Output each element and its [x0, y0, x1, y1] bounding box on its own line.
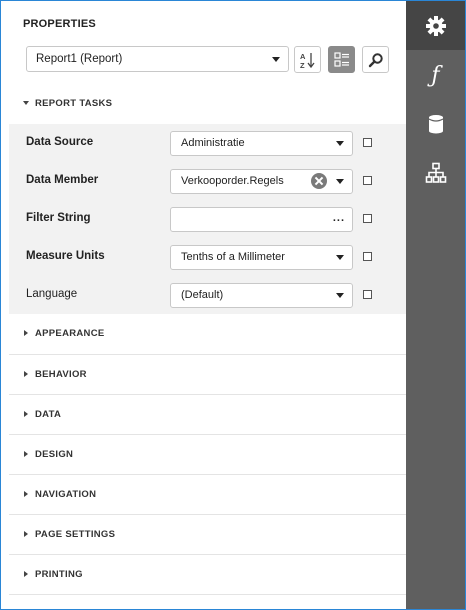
property-row-filter-string: Filter String ...	[9, 200, 406, 238]
right-sidebar: ƒ	[406, 1, 465, 609]
section-behavior[interactable]: BEHAVIOR	[9, 354, 406, 393]
checkbox[interactable]	[363, 252, 372, 261]
section-report-tasks[interactable]: REPORT TASKS	[9, 84, 406, 123]
sort-alphabetical-icon: A Z	[300, 52, 315, 69]
database-icon	[428, 114, 443, 133]
property-label: Data Source	[26, 136, 94, 148]
object-selector-value: Report1 (Report)	[36, 53, 123, 65]
property-label: Language	[26, 288, 78, 300]
measure-units-dropdown[interactable]: Tenths of a Millimeter	[170, 245, 353, 270]
section-label: PRINTING	[35, 569, 83, 580]
property-value: Verkooporder.Regels	[181, 175, 284, 187]
section-data[interactable]: DATA	[9, 394, 406, 433]
section-label: DATA	[35, 409, 62, 420]
checkbox[interactable]	[363, 290, 372, 299]
checkbox[interactable]	[363, 176, 372, 185]
properties-panel: PROPERTIES Report1 (Report) A Z REPORT T…	[9, 1, 406, 609]
sidebar-item-field-list[interactable]	[406, 99, 465, 148]
panel-title: PROPERTIES	[23, 18, 96, 30]
language-dropdown[interactable]: (Default)	[170, 283, 353, 308]
categories-icon	[333, 51, 349, 67]
svg-text:Z: Z	[300, 61, 305, 69]
clear-icon[interactable]	[311, 173, 327, 189]
svg-text:A: A	[300, 52, 306, 61]
triangle-right-icon	[24, 330, 28, 336]
chevron-down-icon	[272, 57, 280, 62]
section-next	[9, 594, 406, 609]
section-label: APPEARANCE	[35, 328, 105, 339]
section-label: REPORT TASKS	[35, 98, 113, 109]
hierarchy-icon	[425, 162, 446, 183]
checkbox[interactable]	[363, 214, 372, 223]
section-label: DESIGN	[35, 449, 74, 460]
property-value: Tenths of a Millimeter	[181, 251, 285, 263]
property-row-measure-units: Measure Units Tenths of a Millimeter	[9, 238, 406, 276]
filter-string-field[interactable]: ...	[170, 207, 353, 232]
sidebar-item-report-explorer[interactable]	[406, 148, 465, 197]
property-label: Data Member	[26, 174, 99, 186]
sidebar-item-expressions[interactable]: ƒ	[406, 51, 465, 100]
property-label: Filter String	[26, 212, 91, 224]
property-value: Administratie	[181, 137, 245, 149]
search-button[interactable]	[362, 46, 389, 73]
triangle-right-icon	[24, 411, 28, 417]
section-label: BEHAVIOR	[35, 369, 87, 380]
triangle-right-icon	[24, 451, 28, 457]
search-icon	[368, 52, 383, 67]
property-row-data-member: Data Member Verkooporder.Regels	[9, 162, 406, 200]
report-tasks-body: Data Source Administratie Data Member Ve…	[9, 124, 406, 314]
property-label: Measure Units	[26, 250, 105, 262]
section-design[interactable]: DESIGN	[9, 434, 406, 473]
chevron-down-icon	[336, 255, 344, 260]
function-icon: ƒ	[431, 62, 440, 88]
sidebar-item-properties[interactable]	[406, 1, 465, 50]
section-appearance[interactable]: APPEARANCE	[9, 314, 406, 353]
object-selector[interactable]: Report1 (Report)	[26, 46, 289, 72]
property-value: (Default)	[181, 289, 224, 301]
window-frame: PROPERTIES Report1 (Report) A Z REPORT T…	[0, 0, 466, 610]
section-label: PAGE SETTINGS	[35, 529, 116, 540]
section-navigation[interactable]: NAVIGATION	[9, 474, 406, 513]
section-label: NAVIGATION	[35, 489, 97, 500]
chevron-down-icon	[336, 293, 344, 298]
data-source-dropdown[interactable]: Administratie	[170, 131, 353, 156]
data-member-dropdown[interactable]: Verkooporder.Regels	[170, 169, 353, 194]
sort-alphabetical-button[interactable]: A Z	[294, 46, 321, 73]
gear-icon	[425, 15, 446, 36]
triangle-right-icon	[24, 371, 28, 377]
categorized-button[interactable]	[328, 46, 355, 73]
triangle-right-icon	[24, 571, 28, 577]
chevron-down-icon	[336, 141, 344, 146]
ellipsis-button[interactable]: ...	[333, 207, 345, 230]
triangle-right-icon	[24, 491, 28, 497]
property-row-data-source: Data Source Administratie	[9, 124, 406, 162]
checkbox[interactable]	[363, 138, 372, 147]
triangle-down-icon	[23, 101, 29, 105]
section-page-settings[interactable]: PAGE SETTINGS	[9, 514, 406, 553]
triangle-right-icon	[24, 531, 28, 537]
section-printing[interactable]: PRINTING	[9, 554, 406, 593]
property-row-language: Language (Default)	[9, 276, 406, 314]
chevron-down-icon	[336, 179, 344, 184]
